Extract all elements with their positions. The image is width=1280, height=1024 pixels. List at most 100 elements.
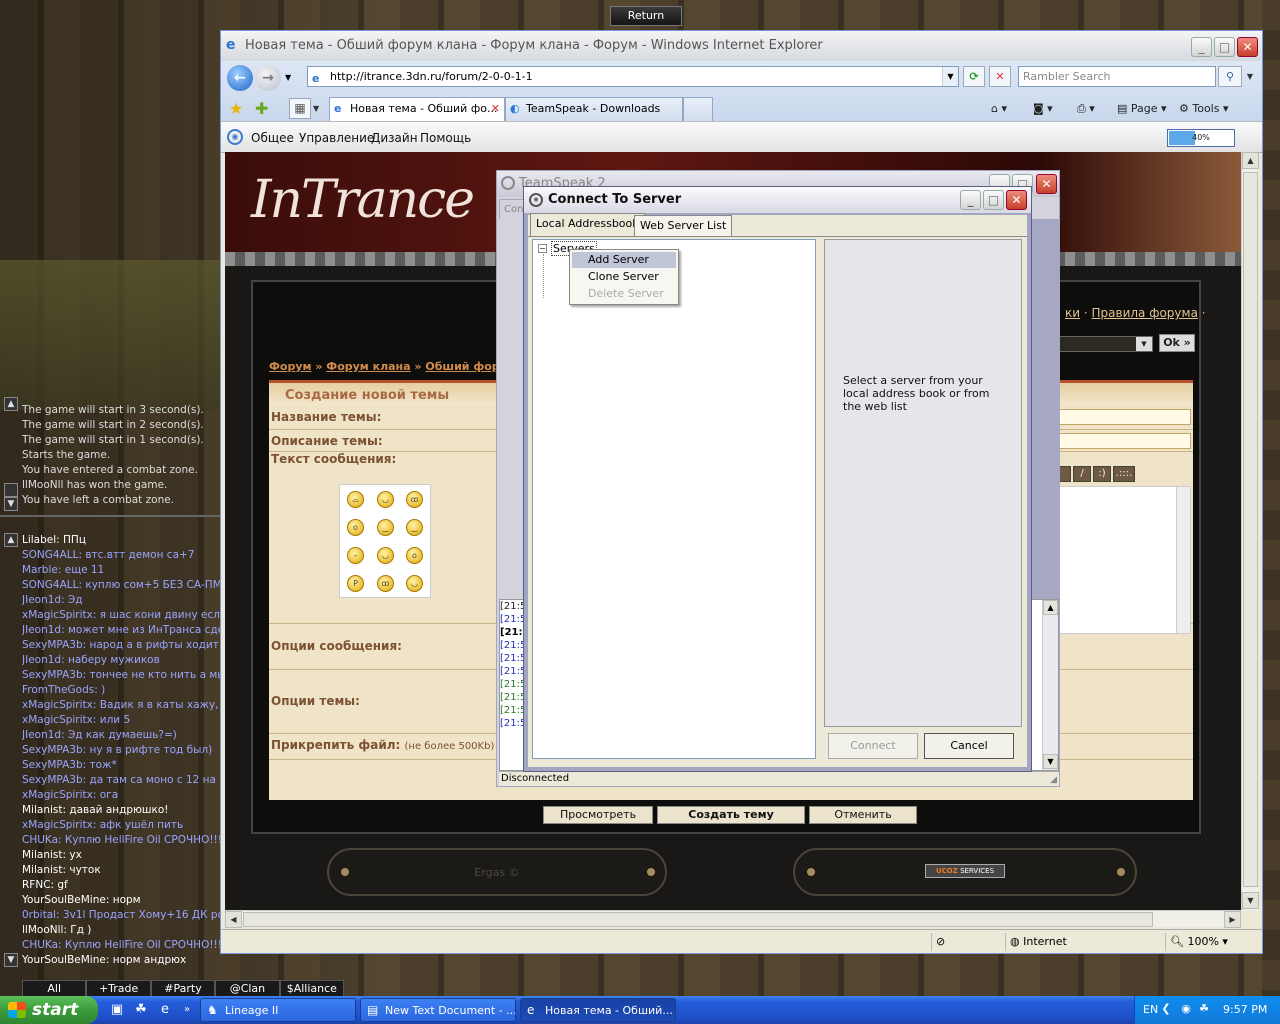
smiley-icon[interactable]: ◡ bbox=[377, 491, 394, 508]
ie-launch-icon[interactable]: e bbox=[156, 1001, 174, 1019]
maximize-button[interactable]: □ bbox=[1214, 37, 1235, 57]
task-ie[interactable]: e Новая тема - Обший... bbox=[520, 998, 676, 1022]
ok-button[interactable]: Ok » bbox=[1159, 334, 1195, 352]
chat-divider[interactable] bbox=[0, 515, 222, 517]
smiley-icon[interactable]: ⌓ bbox=[347, 491, 364, 508]
nav-back-icon[interactable]: ❮ bbox=[1159, 1002, 1173, 1016]
scroll-left-icon[interactable]: ◀ bbox=[225, 911, 242, 928]
page-menu-button[interactable]: ▤ Page ▾ bbox=[1117, 99, 1167, 119]
more-format-button[interactable]: .:::. bbox=[1113, 466, 1135, 482]
show-desktop-icon[interactable]: ▣ bbox=[108, 1001, 126, 1019]
tab-list-dropdown-icon[interactable]: ▼ bbox=[313, 98, 325, 119]
address-bar[interactable]: e http://itrance.3dn.ru/forum/2-0-0-1-1 … bbox=[307, 66, 959, 87]
link-forum-rules[interactable]: Правила форума bbox=[1092, 306, 1198, 320]
teamspeak-tray-icon[interactable]: ◉ bbox=[1179, 1002, 1193, 1016]
tab-close-icon[interactable]: ✕ bbox=[491, 98, 500, 120]
page-horizontal-scrollbar[interactable]: ◀ ▶ bbox=[225, 910, 1241, 928]
cancel-button[interactable]: Cancel bbox=[924, 733, 1014, 759]
history-dropdown-icon[interactable]: ▼ bbox=[285, 73, 291, 82]
scroll-down-icon[interactable]: ▼ bbox=[1043, 754, 1058, 769]
message-textarea[interactable] bbox=[1059, 486, 1191, 634]
chat-scroll-down-icon[interactable]: ▼ bbox=[4, 497, 18, 511]
tab-local-addressbook[interactable]: Local Addressbook bbox=[530, 213, 645, 236]
tools-menu-button[interactable]: ⚙ Tools ▾ bbox=[1179, 99, 1229, 119]
feeds-icon[interactable]: ◙ ▾ bbox=[1033, 99, 1053, 119]
chat-scroll-up-icon[interactable]: ▲ bbox=[4, 397, 18, 411]
link-management[interactable]: Управление bbox=[299, 131, 374, 145]
smiley-icon[interactable]: o bbox=[406, 547, 423, 564]
zoom-control[interactable]: 🔍︎ 100% ▾ bbox=[1165, 933, 1261, 951]
page-vertical-scrollbar[interactable]: ▲ ▼ bbox=[1241, 152, 1259, 910]
breadcrumb-forum[interactable]: Форум bbox=[269, 360, 312, 373]
preview-button[interactable]: Просмотреть bbox=[543, 806, 653, 824]
smiley-icon[interactable]: o bbox=[347, 519, 364, 536]
chat-checkbox[interactable] bbox=[4, 483, 18, 497]
toolbar-logo-icon[interactable]: ◉ bbox=[227, 129, 243, 145]
site-logo[interactable]: InTrance bbox=[251, 170, 475, 230]
messenger-tray-icon[interactable]: ☘ bbox=[1197, 1002, 1211, 1016]
chat-tab[interactable]: @Clan bbox=[215, 980, 280, 996]
menu-item-add-server[interactable]: Add Server bbox=[572, 252, 676, 268]
chat-tab[interactable]: All bbox=[22, 980, 87, 996]
smiley-icon[interactable]: – bbox=[347, 547, 364, 564]
minimize-button[interactable]: _ bbox=[1191, 37, 1212, 57]
new-tab-button[interactable] bbox=[683, 97, 713, 121]
chat-tab[interactable]: +Trade bbox=[86, 980, 151, 996]
cancel-topic-button[interactable]: Отменить bbox=[809, 806, 917, 824]
return-button[interactable]: Return bbox=[610, 6, 682, 26]
address-dropdown-icon[interactable]: ▼ bbox=[942, 67, 958, 86]
chat-scroll-down-icon[interactable]: ▼ bbox=[4, 953, 18, 967]
task-lineage[interactable]: ♞ Lineage II bbox=[200, 998, 356, 1022]
scroll-right-icon[interactable]: ▶ bbox=[1224, 911, 1241, 928]
refresh-button[interactable]: ⟳ bbox=[963, 66, 985, 87]
print-icon[interactable]: ⎙ ▾ bbox=[1077, 99, 1095, 119]
search-dropdown-icon[interactable]: ▼ bbox=[1243, 66, 1257, 87]
close-button[interactable]: ✕ bbox=[1006, 190, 1027, 210]
close-button[interactable]: ✕ bbox=[1036, 174, 1057, 194]
favorites-star-icon[interactable]: ★ bbox=[229, 99, 243, 118]
maximize-button[interactable]: □ bbox=[983, 190, 1004, 210]
italic-button[interactable]: / bbox=[1073, 466, 1091, 482]
quicklaunch-more-icon[interactable]: » bbox=[178, 1001, 196, 1019]
server-tree[interactable]: − Servers bbox=[532, 239, 816, 759]
scroll-up-icon[interactable]: ▲ bbox=[1043, 600, 1058, 615]
scroll-down-icon[interactable]: ▼ bbox=[1242, 892, 1259, 909]
start-button[interactable]: start bbox=[0, 996, 98, 1024]
link-partial[interactable]: ки bbox=[1065, 306, 1080, 320]
search-icon[interactable]: ⚲ bbox=[1218, 66, 1242, 87]
chat-tab[interactable]: #Party bbox=[150, 980, 216, 996]
add-favorites-icon[interactable]: ✚ bbox=[255, 99, 268, 118]
breadcrumb-clan-forum[interactable]: Форум клана bbox=[326, 360, 410, 373]
tab-new-topic[interactable]: e Новая тема - Обший фо... ✕ bbox=[329, 97, 505, 121]
smiley-icon[interactable]: ◡ bbox=[406, 575, 423, 592]
search-input[interactable]: Rambler Search bbox=[1018, 66, 1216, 87]
minimize-button[interactable]: _ bbox=[960, 190, 981, 210]
resize-grip-icon[interactable]: ◢ bbox=[1050, 773, 1057, 787]
chat-tab[interactable]: $Alliance bbox=[279, 980, 345, 996]
ie-title-bar[interactable]: e Новая тема - Обший форум клана - Форум… bbox=[221, 31, 1262, 61]
smiley-icon[interactable]: ◡ bbox=[377, 547, 394, 564]
create-topic-button[interactable]: Создать тему bbox=[657, 806, 805, 824]
smiley-icon[interactable]: ꝏ bbox=[406, 491, 423, 508]
scroll-thumb[interactable] bbox=[243, 912, 1153, 927]
stop-button[interactable]: ✕ bbox=[989, 66, 1011, 87]
link-design[interactable]: Дизайн bbox=[371, 131, 418, 145]
smile-button[interactable]: :) bbox=[1093, 466, 1111, 482]
chat-scroll-up-icon[interactable]: ▲ bbox=[4, 533, 18, 547]
close-button[interactable]: ✕ bbox=[1237, 37, 1258, 57]
log-scrollbar[interactable]: ▲ ▼ bbox=[1042, 600, 1058, 770]
smiley-icon[interactable]: ‿ bbox=[406, 519, 423, 536]
popup-blocker-icon[interactable]: ⊘ bbox=[931, 933, 995, 951]
topic-name-input[interactable] bbox=[1059, 409, 1191, 425]
topic-desc-input[interactable] bbox=[1059, 433, 1191, 449]
collapse-icon[interactable]: − bbox=[538, 244, 547, 253]
link-help[interactable]: Помощь bbox=[420, 131, 471, 145]
tab-teamspeak-downloads[interactable]: ◐ TeamSpeak - Downloads bbox=[505, 97, 683, 121]
scroll-up-icon[interactable]: ▲ bbox=[1242, 152, 1259, 169]
home-icon[interactable]: ⌂ ▾ bbox=[991, 99, 1007, 119]
quick-tabs-icon[interactable]: ▦ bbox=[289, 98, 311, 119]
task-notepad[interactable]: ▤ New Text Document - ... bbox=[360, 998, 516, 1022]
connect-button[interactable]: Connect bbox=[828, 733, 918, 759]
dialog-title-bar[interactable]: ◉ Connect To Server _ □ ✕ bbox=[524, 187, 1031, 213]
language-indicator[interactable]: EN bbox=[1143, 1003, 1158, 1016]
